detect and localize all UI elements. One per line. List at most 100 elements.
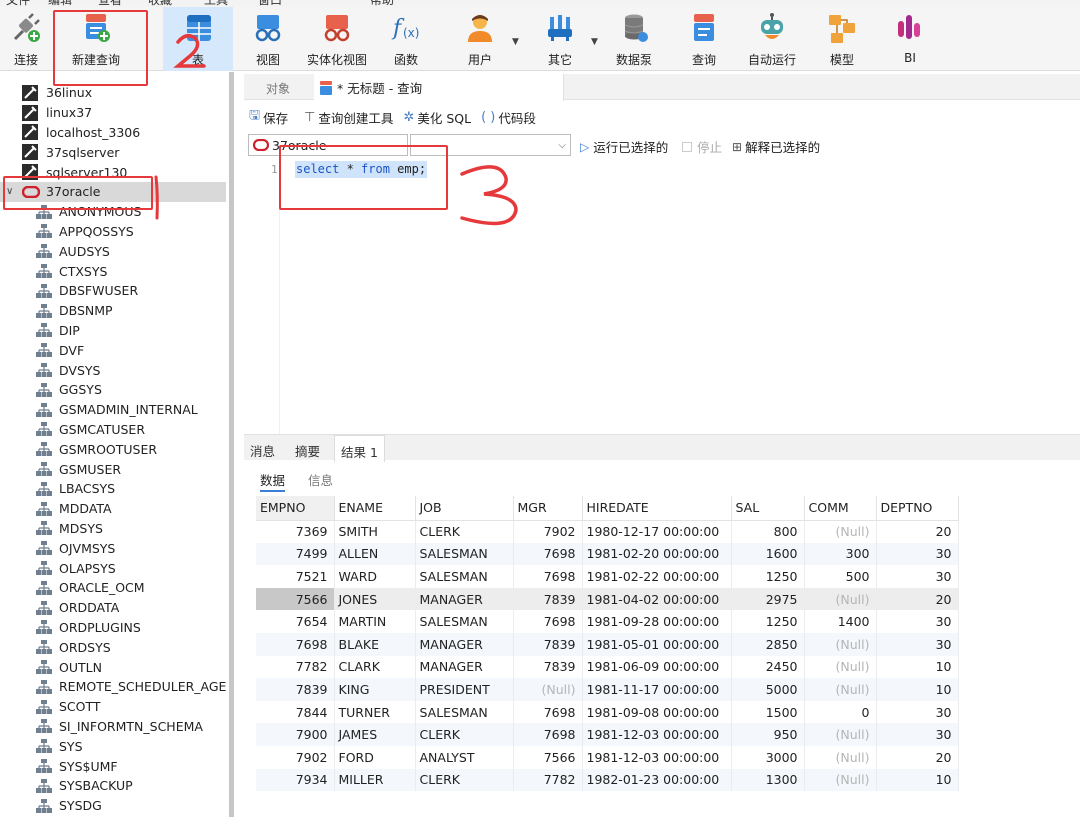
column-header-hiredate[interactable]: HIREDATE <box>582 496 732 521</box>
grid-cell-sal[interactable]: 1500 <box>731 700 805 724</box>
tree-schema-dvsys[interactable]: DVSYS <box>0 360 226 380</box>
grid-cell-comm[interactable]: 0 <box>804 700 877 724</box>
grid-cell-job[interactable]: CLERK <box>415 723 514 746</box>
grid-cell-ename[interactable]: BLAKE <box>334 632 416 656</box>
grid-cell-sal[interactable]: 1300 <box>731 768 805 792</box>
run-selected-button[interactable]: ▷ 运行已选择的 <box>580 137 668 156</box>
other-dropdown-caret-icon[interactable]: ▼ <box>591 37 598 47</box>
grid-cell-job[interactable]: MANAGER <box>415 632 514 656</box>
tree-schema-lbacsys[interactable]: LBACSYS <box>0 479 226 499</box>
grid-cell-sal[interactable]: 2850 <box>731 632 805 656</box>
table-button[interactable]: 表 <box>163 7 233 71</box>
user-dropdown-caret-icon[interactable]: ▼ <box>512 37 519 47</box>
grid-cell-hiredate[interactable]: 1981-04-02 00:00:00 <box>582 587 732 611</box>
grid-cell-deptno[interactable]: 30 <box>876 542 959 566</box>
grid-cell-job[interactable]: PRESIDENT <box>415 678 514 701</box>
tab-objects[interactable]: 对象 <box>266 80 290 97</box>
tree-schema-ggsys[interactable]: GGSYS <box>0 380 226 400</box>
grid-cell-mgr[interactable]: 7698 <box>513 610 583 633</box>
grid-cell-deptno[interactable]: 20 <box>876 520 959 543</box>
table-row[interactable]: 7521 WARD SALESMAN 7698 1981-02-22 00:00:00 1… <box>256 565 959 588</box>
grid-cell-deptno[interactable]: 30 <box>876 700 959 724</box>
grid-cell-comm[interactable]: 300 <box>804 542 877 566</box>
grid-cell-deptno[interactable]: 20 <box>876 745 959 769</box>
grid-cell-null[interactable]: (Null) <box>804 768 877 792</box>
grid-cell-job[interactable]: CLERK <box>415 520 514 543</box>
table-row[interactable]: 7934 MILLER CLERK 7782 1982-01-23 00:00:00 13… <box>256 768 959 792</box>
tree-schema-sys-umf[interactable]: SYS$UMF <box>0 756 226 776</box>
tree-schema-audsys[interactable]: AUDSYS <box>0 241 226 261</box>
grid-cell-comm[interactable]: 1400 <box>804 610 877 633</box>
grid-cell-empno[interactable]: 7782 <box>256 655 335 679</box>
tree-schema-orddata[interactable]: ORDDATA <box>0 598 226 618</box>
grid-cell-sal[interactable]: 3000 <box>731 745 805 769</box>
tree-schema-mddata[interactable]: MDDATA <box>0 499 226 519</box>
grid-cell-deptno[interactable]: 10 <box>876 768 959 792</box>
grid-cell-mgr[interactable]: 7566 <box>513 745 583 769</box>
code-snippet-button[interactable]: ( ) 代码段 <box>481 108 536 127</box>
grid-cell-empno[interactable]: 7902 <box>256 745 335 769</box>
tree-schema-gsmrootuser[interactable]: GSMROOTUSER <box>0 439 226 459</box>
grid-cell-ename[interactable]: CLARK <box>334 655 416 679</box>
table-row[interactable]: 7566 JONES MANAGER 7839 1981-04-02 00:00:00 2… <box>256 587 959 611</box>
tree-schema-gsmuser[interactable]: GSMUSER <box>0 459 226 479</box>
grid-cell-hiredate[interactable]: 1981-11-17 00:00:00 <box>582 678 732 701</box>
grid-cell-hiredate[interactable]: 1981-12-03 00:00:00 <box>582 723 732 746</box>
column-header-comm[interactable]: COMM <box>804 496 877 521</box>
tree-schema-ordplugins[interactable]: ORDPLUGINS <box>0 618 226 638</box>
table-row[interactable]: 7844 TURNER SALESMAN 7698 1981-09-08 00:00:0… <box>256 700 959 724</box>
grid-cell-ename[interactable]: TURNER <box>334 700 416 724</box>
tree-schema-dbsnmp[interactable]: DBSNMP <box>0 301 226 321</box>
grid-cell-job[interactable]: SALESMAN <box>415 542 514 566</box>
stop-button[interactable]: 停止 <box>682 137 722 156</box>
tab-messages[interactable]: 消息 <box>250 441 275 460</box>
other-button[interactable]: 其它 <box>540 7 580 71</box>
table-row[interactable]: 7900 JAMES CLERK 7698 1981-12-03 00:00:00 950… <box>256 723 959 746</box>
tree-connection-linux37[interactable]: linux37 <box>0 103 226 123</box>
tree-schema-sysbackup[interactable]: SYSBACKUP <box>0 776 226 796</box>
tree-schema-gsmcatuser[interactable]: GSMCATUSER <box>0 420 226 440</box>
grid-cell-deptno[interactable]: 30 <box>876 723 959 746</box>
tree-connection-37sqlserver[interactable]: 37sqlserver <box>0 142 226 162</box>
grid-cell-deptno[interactable]: 20 <box>876 587 959 611</box>
grid-cell-mgr[interactable]: 7698 <box>513 700 583 724</box>
grid-cell-job[interactable]: SALESMAN <box>415 565 514 588</box>
grid-cell-job[interactable]: CLERK <box>415 768 514 792</box>
grid-cell-deptno[interactable]: 30 <box>876 565 959 588</box>
tab-summary[interactable]: 摘要 <box>295 441 320 460</box>
grid-cell-mgr[interactable]: 7782 <box>513 768 583 792</box>
auto-run-button[interactable]: 自动运行 <box>744 7 800 71</box>
column-header-job[interactable]: JOB <box>415 496 514 521</box>
table-row[interactable]: 7782 CLARK MANAGER 7839 1981-06-09 00:00:00 2… <box>256 655 959 679</box>
grid-cell-null[interactable]: (Null) <box>804 678 877 701</box>
grid-cell-deptno[interactable]: 10 <box>876 678 959 701</box>
table-row[interactable]: 7839 KING PRESIDENT (Null) 1981-11-17 00:00:… <box>256 678 959 701</box>
query-builder-button[interactable]: ⊤ 查询创建工具 <box>304 108 393 127</box>
grid-cell-sal[interactable]: 1250 <box>731 610 805 633</box>
grid-cell-mgr[interactable]: 7839 <box>513 587 583 611</box>
grid-cell-ename[interactable]: FORD <box>334 745 416 769</box>
save-button[interactable]: 🖫 保存 <box>249 106 288 128</box>
tree-connection-localhost_3306[interactable]: localhost_3306 <box>0 123 226 143</box>
grid-cell-mgr[interactable]: 7698 <box>513 542 583 566</box>
grid-cell-null[interactable]: (Null) <box>804 520 877 543</box>
grid-cell-empno[interactable]: 7934 <box>256 768 335 792</box>
table-row[interactable]: 7369 SMITH CLERK 7902 1980-12-17 00:00:00 800… <box>256 520 959 543</box>
tree-schema-remote-scheduler-agent[interactable]: REMOTE_SCHEDULER_AGENT <box>0 677 226 697</box>
grid-cell-null[interactable]: (Null) <box>804 745 877 769</box>
grid-cell-empno[interactable]: 7844 <box>256 700 335 724</box>
bi-button[interactable]: BI <box>890 7 930 71</box>
grid-cell-job[interactable]: MANAGER <box>415 655 514 679</box>
column-header-sal[interactable]: SAL <box>731 496 805 521</box>
tree-scrollbar[interactable] <box>229 72 234 817</box>
grid-cell-ename[interactable]: JAMES <box>334 723 416 746</box>
grid-cell-hiredate[interactable]: 1981-02-22 00:00:00 <box>582 565 732 588</box>
table-row[interactable]: 7499 ALLEN SALESMAN 7698 1981-02-20 00:00:00… <box>256 542 959 566</box>
tree-schema-mdsys[interactable]: MDSYS <box>0 519 226 539</box>
grid-cell-ename[interactable]: JONES <box>334 587 416 611</box>
grid-cell-sal[interactable]: 1600 <box>731 542 805 566</box>
grid-cell-hiredate[interactable]: 1981-06-09 00:00:00 <box>582 655 732 679</box>
grid-cell-sal[interactable]: 800 <box>731 520 805 543</box>
data-pump-button[interactable]: 数据泵 <box>612 7 656 71</box>
grid-cell-sal[interactable]: 5000 <box>731 678 805 701</box>
